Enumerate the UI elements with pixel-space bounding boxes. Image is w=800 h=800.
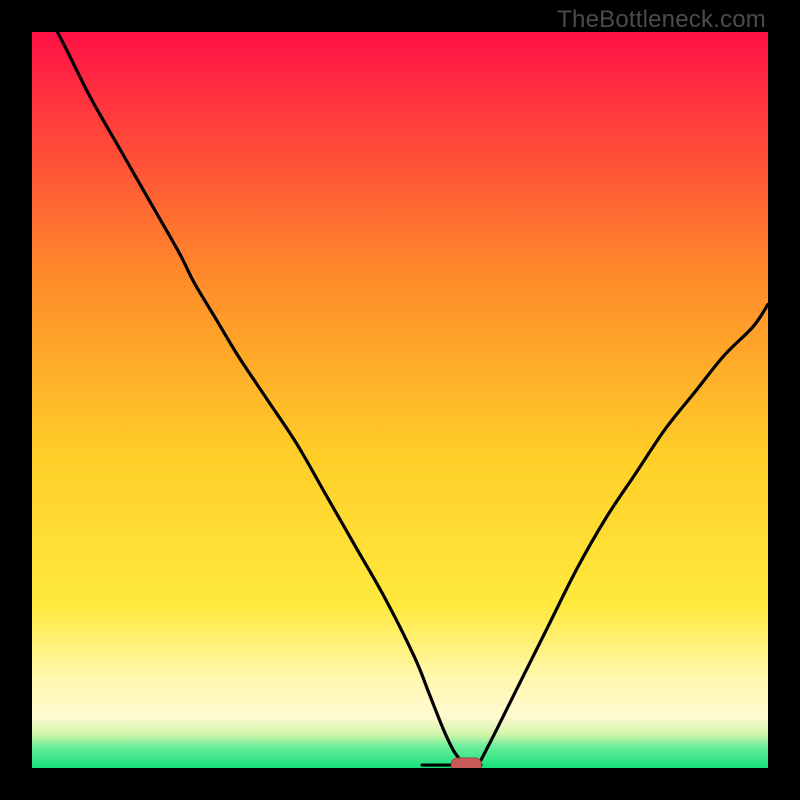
plot-area [32,32,768,768]
chart-frame: TheBottleneck.com [0,0,800,800]
background-gradient [32,32,768,768]
optimal-marker [451,758,481,768]
watermark-text: TheBottleneck.com [557,6,766,34]
